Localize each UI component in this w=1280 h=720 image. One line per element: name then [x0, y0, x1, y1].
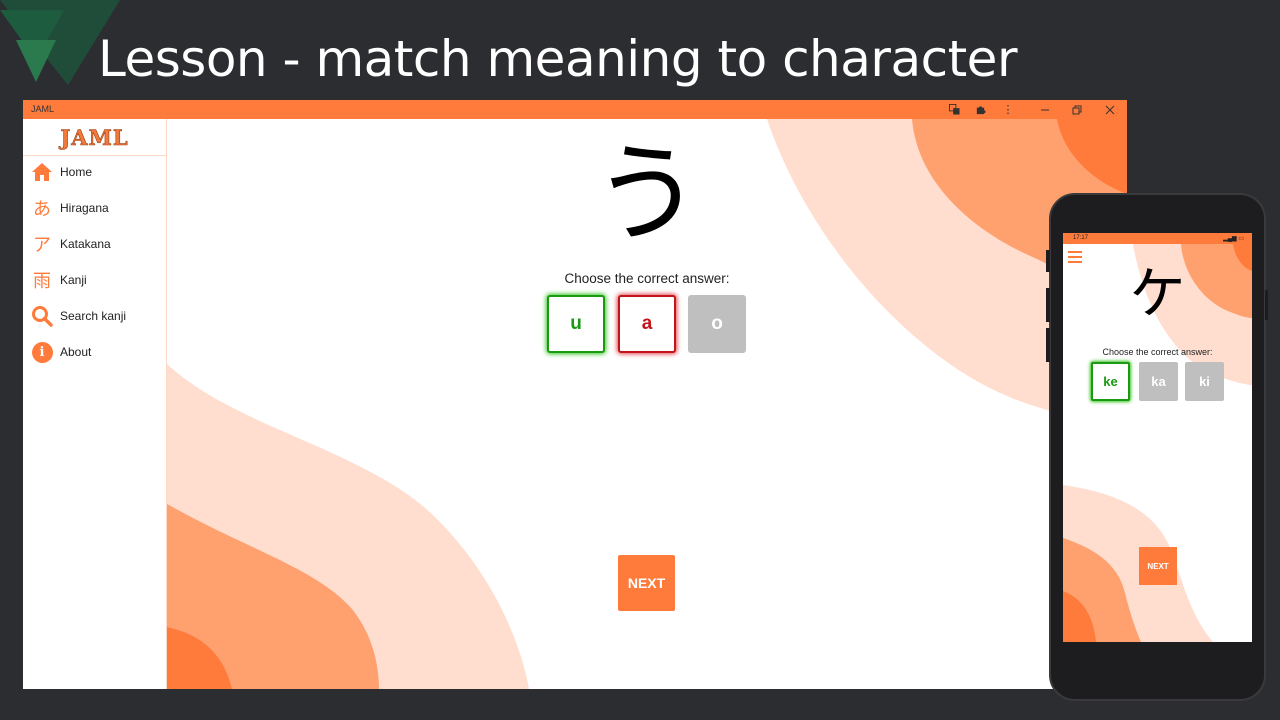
extensions-icon[interactable]	[967, 100, 993, 119]
sidebar-item-search-kanji[interactable]: Search kanji	[23, 301, 167, 331]
lesson-prompt: Choose the correct answer:	[1102, 347, 1213, 357]
katakana-a-icon: ア	[33, 235, 51, 256]
sidebar-item-home[interactable]: Home	[23, 157, 167, 187]
answer-option[interactable]: o	[688, 295, 746, 353]
answer-option-correct[interactable]: ke	[1091, 362, 1130, 401]
more-vert-icon[interactable]: ⋮	[995, 100, 1021, 119]
answer-option-correct[interactable]: u	[547, 295, 605, 353]
app-logo-text: JAML	[60, 124, 129, 150]
phone-side-button	[1046, 250, 1050, 272]
sidebar-item-label: Home	[60, 165, 93, 179]
sidebar-item-label: Katakana	[60, 237, 111, 251]
desktop-app-window: JAML ⋮ JAML Home あ Hiragana ア Katakana 雨…	[23, 100, 1127, 689]
hiragana-a-icon: あ	[33, 199, 51, 220]
close-icon[interactable]	[1097, 100, 1123, 119]
status-icons: ▂▄▆ ▭	[1223, 236, 1244, 242]
sidebar-item-hiragana[interactable]: あ Hiragana	[23, 193, 167, 223]
slide-title: Lesson - match meaning to character	[98, 30, 1018, 88]
window-titlebar: JAML ⋮	[23, 100, 1127, 119]
sidebar-item-katakana[interactable]: ア Katakana	[23, 229, 167, 259]
sidebar-item-label: Hiragana	[60, 201, 109, 215]
next-button[interactable]: NEXT	[618, 555, 675, 611]
sidebar-item-about[interactable]: i About	[23, 337, 167, 367]
restore-icon[interactable]	[1064, 100, 1090, 119]
kanji-rain-icon: 雨	[33, 271, 51, 292]
translate-icon[interactable]	[941, 100, 967, 119]
menu-icon[interactable]	[1068, 251, 1082, 263]
answer-option[interactable]: ki	[1185, 362, 1224, 401]
lesson-prompt: Choose the correct answer:	[564, 271, 730, 286]
next-button[interactable]: NEXT	[1139, 547, 1177, 585]
status-time: 17:17	[1073, 235, 1089, 241]
phone-status-bar: 17:17 ▂▄▆ ▭	[1063, 233, 1252, 244]
phone-side-button	[1046, 328, 1050, 362]
info-icon: i	[31, 341, 53, 363]
home-icon	[31, 161, 53, 183]
app-logo[interactable]: JAML	[23, 119, 166, 156]
lesson-character: う	[592, 132, 701, 257]
answer-option[interactable]: ka	[1139, 362, 1178, 401]
search-icon	[31, 305, 53, 327]
phone-side-button	[1046, 288, 1050, 322]
sidebar-item-kanji[interactable]: 雨 Kanji	[23, 265, 167, 295]
answer-option-wrong[interactable]: a	[618, 295, 676, 353]
minimize-icon[interactable]	[1032, 100, 1058, 119]
sidebar-item-label: Kanji	[60, 273, 87, 287]
phone-power-button	[1265, 290, 1268, 320]
sidebar-item-label: Search kanji	[60, 309, 127, 323]
sidebar-nav: JAML Home あ Hiragana ア Katakana 雨 Kanji …	[23, 119, 167, 689]
sidebar-item-label: About	[60, 345, 92, 359]
lesson-character: ケ	[1129, 262, 1186, 327]
lesson-area: う Choose the correct answer: u a o NEXT	[167, 119, 1127, 689]
phone-screen: 17:17 ▂▄▆ ▭ ケ Choose the correct answer:…	[1063, 233, 1252, 642]
window-title: JAML	[31, 104, 55, 114]
